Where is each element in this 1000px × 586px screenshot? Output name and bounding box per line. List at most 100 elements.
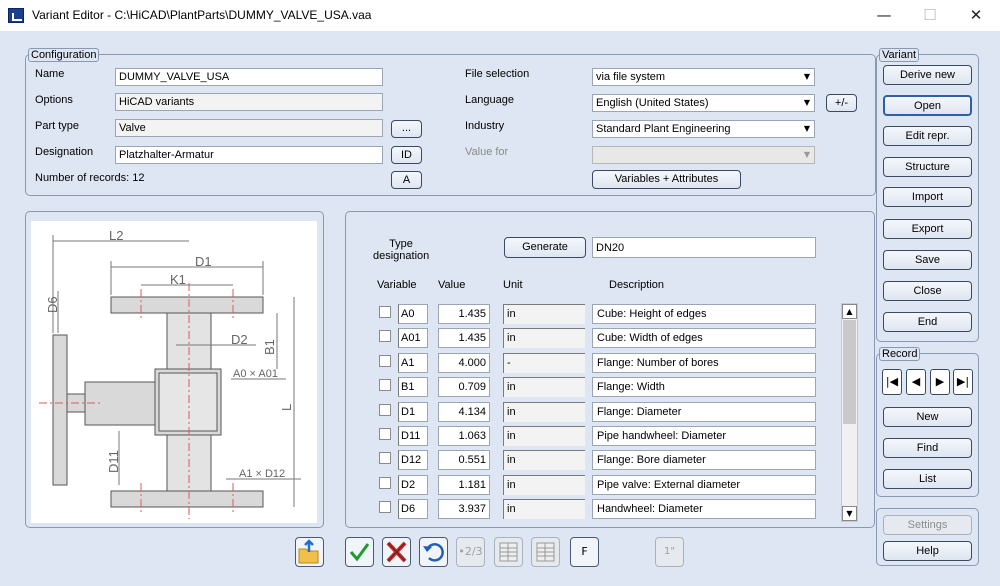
scroll-down-icon[interactable]: ▼ bbox=[842, 506, 857, 521]
variable-value-field[interactable]: 0.709 bbox=[438, 377, 490, 398]
scroll-up-icon[interactable]: ▲ bbox=[842, 304, 857, 319]
accept-button[interactable] bbox=[345, 537, 374, 567]
variable-value-field[interactable]: 1.435 bbox=[438, 304, 490, 324]
variable-unit-cell: in bbox=[503, 304, 585, 324]
variable-value-field[interactable]: 1.435 bbox=[438, 328, 490, 349]
export-button[interactable]: Export bbox=[883, 219, 972, 239]
folder-upload-icon bbox=[298, 539, 319, 564]
variables-scrollbar[interactable]: ▲ ▼ bbox=[841, 303, 858, 522]
value-for-combo[interactable]: ▼ bbox=[592, 146, 815, 164]
edit-repr-button[interactable]: Edit repr. bbox=[883, 126, 972, 146]
variable-checkbox[interactable] bbox=[379, 403, 391, 416]
open-folder-button[interactable] bbox=[295, 537, 324, 567]
derive-new-button[interactable]: Derive new bbox=[883, 65, 972, 85]
variant-group-label: Variant bbox=[879, 48, 920, 62]
variable-description-field[interactable]: Handwheel: Diameter bbox=[592, 499, 816, 520]
settings-button[interactable]: Settings bbox=[883, 515, 972, 535]
chevron-down-icon[interactable]: ▼ bbox=[800, 69, 814, 85]
variable-checkbox[interactable] bbox=[379, 501, 391, 514]
dim-a1-d12-label: A1 × D12 bbox=[239, 468, 285, 480]
f-button[interactable]: F bbox=[570, 537, 599, 567]
title-bar: Variant Editor - C:\HiCAD\PlantParts\DUM… bbox=[0, 0, 1000, 31]
scroll-thumb[interactable] bbox=[843, 320, 856, 424]
variable-value-field[interactable]: 3.937 bbox=[438, 499, 490, 520]
end-button[interactable]: End bbox=[883, 312, 972, 332]
variables-attributes-button[interactable]: Variables + Attributes bbox=[592, 170, 741, 189]
chevron-down-icon[interactable]: ▼ bbox=[800, 147, 814, 163]
variable-value-field[interactable]: 0.551 bbox=[438, 450, 490, 471]
variable-value-field[interactable]: 4.000 bbox=[438, 352, 490, 373]
variable-description-field[interactable]: Cube: Height of edges bbox=[592, 304, 816, 324]
language-plus-minus-button[interactable]: +/- bbox=[826, 94, 857, 112]
minimize-button[interactable]: — bbox=[873, 5, 895, 25]
last-record-button[interactable]: ▶| bbox=[953, 369, 973, 395]
designation-field[interactable]: Platzhalter-Armatur bbox=[115, 146, 383, 164]
valve-drawing: L2 D1 K1 D6 D2 B1 A0 × A01 L D11 A1 × D1… bbox=[31, 221, 317, 523]
table-delete-button[interactable] bbox=[531, 537, 560, 567]
variable-checkbox[interactable] bbox=[379, 354, 391, 367]
variable-description-field[interactable]: Pipe valve: External diameter bbox=[592, 474, 816, 495]
variable-checkbox[interactable] bbox=[379, 476, 391, 489]
variable-name-cell: D12 bbox=[398, 450, 428, 471]
open-button[interactable]: Open bbox=[883, 95, 972, 116]
variable-description-field[interactable]: Flange: Bore diameter bbox=[592, 450, 816, 471]
list-records-button[interactable]: List bbox=[883, 469, 972, 489]
dim-b1-label: B1 bbox=[262, 339, 277, 355]
previous-record-button[interactable]: ◀ bbox=[906, 369, 926, 395]
variable-checkbox[interactable] bbox=[379, 428, 391, 440]
variable-description-field[interactable]: Pipe handwheel: Diameter bbox=[592, 426, 816, 446]
variable-checkbox[interactable] bbox=[379, 379, 391, 392]
dim-d11-label: D11 bbox=[106, 450, 121, 473]
find-record-button[interactable]: Find bbox=[883, 438, 972, 458]
col-value-header: Value bbox=[438, 279, 466, 291]
inch-button[interactable]: 1" bbox=[655, 537, 684, 567]
variable-description-field[interactable]: Flange: Width bbox=[592, 377, 816, 398]
variable-unit-cell: in bbox=[503, 474, 585, 495]
structure-button[interactable]: Structure bbox=[883, 157, 972, 177]
industry-combo[interactable]: Standard Plant Engineering ▼ bbox=[592, 120, 815, 138]
designation-id-button[interactable]: ID bbox=[391, 146, 422, 164]
variable-checkbox[interactable] bbox=[379, 452, 391, 465]
help-button[interactable]: Help bbox=[883, 541, 972, 561]
variable-description-field[interactable]: Flange: Diameter bbox=[592, 401, 816, 422]
variable-checkbox[interactable] bbox=[379, 306, 391, 318]
variable-name-cell: A0 bbox=[398, 304, 428, 324]
col-variable-header: Variable bbox=[377, 279, 417, 291]
name-field[interactable]: DUMMY_VALVE_USA bbox=[115, 68, 383, 86]
records-a-button[interactable]: A bbox=[391, 171, 422, 189]
chevron-down-icon[interactable]: ▼ bbox=[800, 95, 814, 111]
generate-button[interactable]: Generate bbox=[504, 237, 586, 258]
variable-value-field[interactable]: 4.134 bbox=[438, 401, 490, 422]
first-record-button[interactable]: |◀ bbox=[882, 369, 902, 395]
close-button[interactable]: Close bbox=[883, 281, 972, 301]
variable-value-field[interactable]: 1.181 bbox=[438, 474, 490, 495]
language-value: English (United States) bbox=[596, 97, 709, 109]
variable-description-field[interactable]: Cube: Width of edges bbox=[592, 328, 816, 349]
table-insert-button[interactable] bbox=[494, 537, 523, 567]
variable-name-cell: A01 bbox=[398, 328, 428, 349]
variable-unit-cell: in bbox=[503, 328, 585, 349]
import-button[interactable]: Import bbox=[883, 187, 972, 207]
close-window-button[interactable]: ✕ bbox=[965, 5, 987, 25]
variable-unit-cell: in bbox=[503, 499, 585, 520]
type-designation-field[interactable]: DN20 bbox=[592, 237, 816, 258]
language-combo[interactable]: English (United States) ▼ bbox=[592, 94, 815, 112]
part-type-browse-button[interactable]: ... bbox=[391, 120, 422, 138]
cancel-button[interactable] bbox=[382, 537, 411, 567]
save-button[interactable]: Save bbox=[883, 250, 972, 270]
name-label: Name bbox=[35, 68, 65, 80]
options-field[interactable]: HiCAD variants bbox=[115, 93, 383, 111]
file-selection-combo[interactable]: via file system ▼ bbox=[592, 68, 815, 86]
variable-value-field[interactable]: 1.063 bbox=[438, 426, 490, 446]
undo-button[interactable] bbox=[419, 537, 448, 567]
variable-description-field[interactable]: Flange: Number of bores bbox=[592, 352, 816, 373]
chevron-down-icon[interactable]: ▼ bbox=[800, 121, 814, 137]
part-type-field[interactable]: Valve bbox=[115, 119, 383, 137]
dim-a0-a01-label: A0 × A01 bbox=[233, 368, 278, 380]
undo-steps-button[interactable]: •2/3 bbox=[456, 537, 485, 567]
next-record-button[interactable]: ▶ bbox=[930, 369, 950, 395]
variable-checkbox[interactable] bbox=[379, 330, 391, 343]
new-record-button[interactable]: New bbox=[883, 407, 972, 427]
maximize-button[interactable]: ☐ bbox=[919, 5, 941, 25]
dim-k1-label: K1 bbox=[170, 272, 186, 287]
